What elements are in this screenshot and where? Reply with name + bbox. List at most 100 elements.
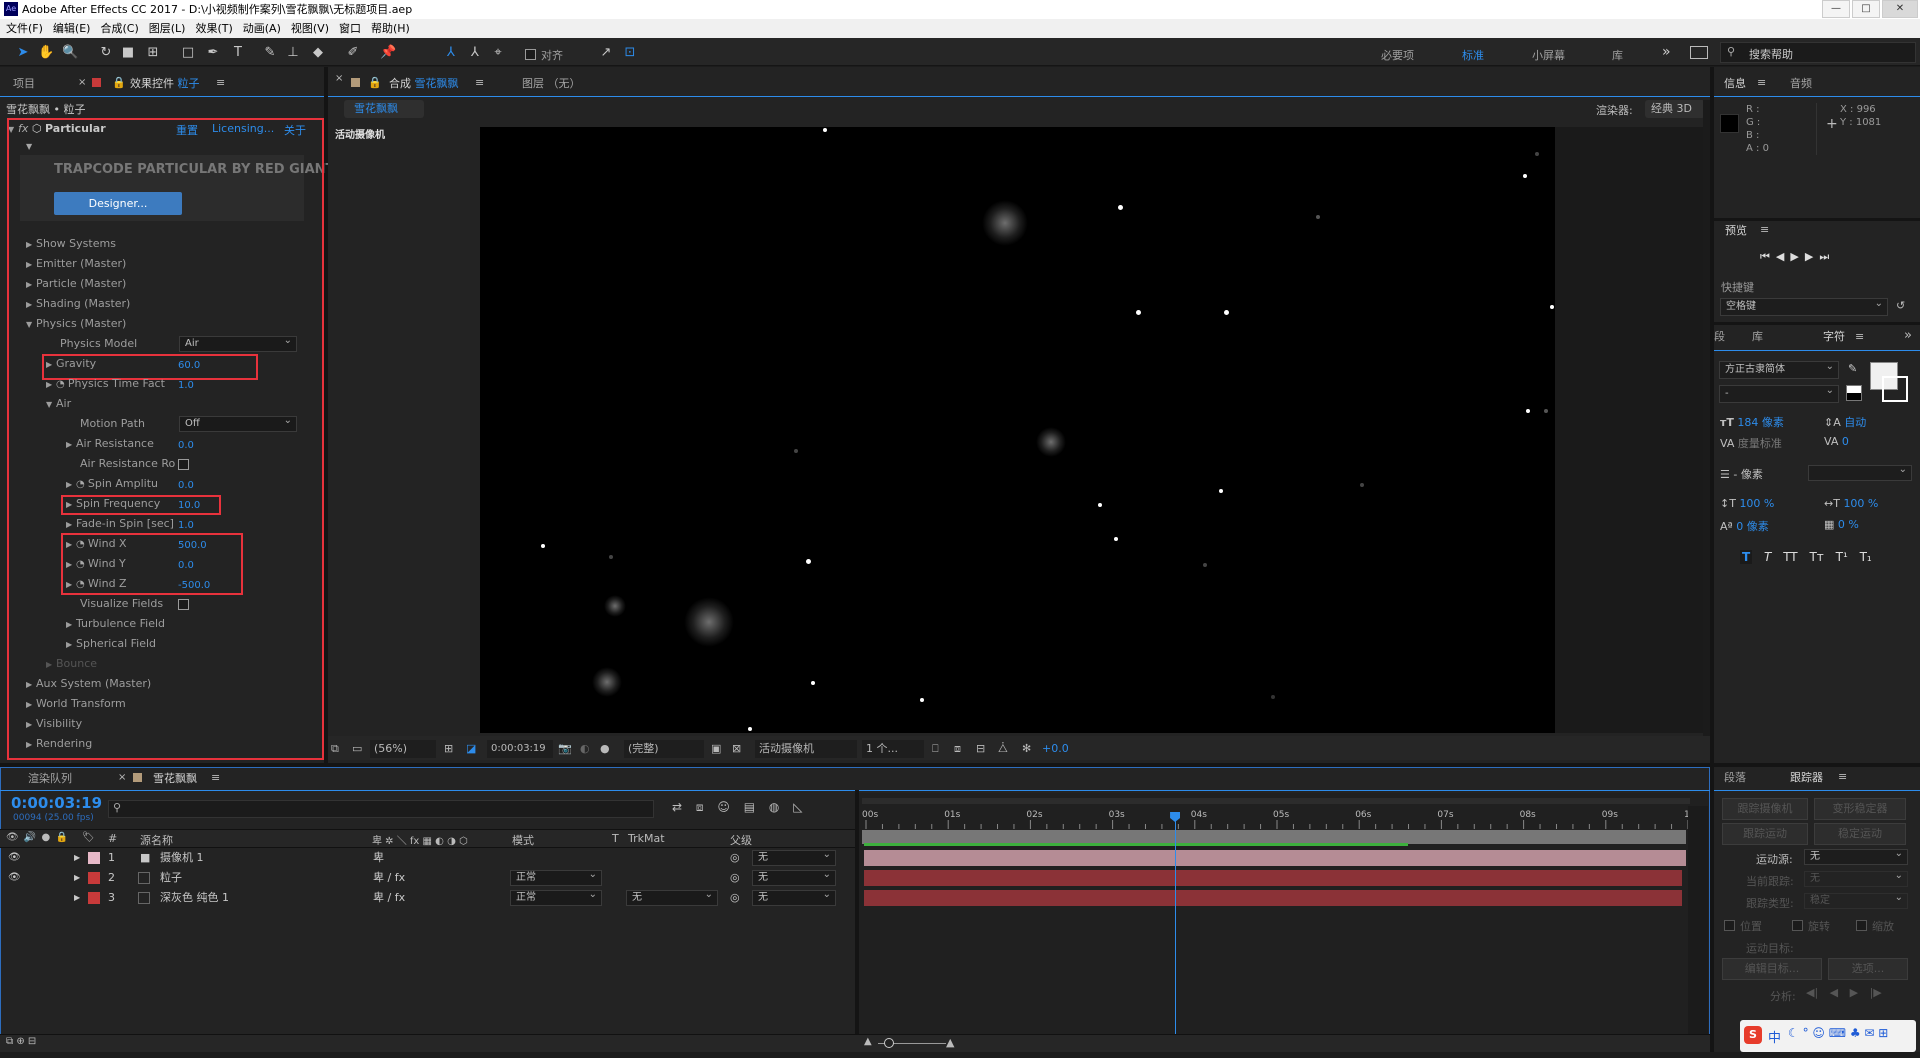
layer-bar-camera[interactable] [864,850,1686,866]
menu-file[interactable]: 文件(F) [6,22,43,35]
graph-editor-icon[interactable]: ◺ [793,800,802,814]
expand-layer-icon[interactable]: ▶ [74,848,80,868]
tsume-value[interactable]: 0 % [1838,518,1859,531]
rotation-checkbox[interactable] [1792,920,1803,931]
options-button[interactable]: 选项... [1828,958,1908,980]
close-tab-icon[interactable]: × [118,772,126,783]
show-snapshot-icon[interactable]: ◐ [580,742,590,755]
motion-blur-icon[interactable]: ◍ [769,800,779,814]
track-type-dropdown[interactable]: 稳定 [1804,891,1908,909]
always-preview-icon[interactable]: ⧉ [331,742,339,756]
lock-column-icon[interactable]: 🔒 [55,832,67,843]
warp-stabilizer-button[interactable]: 变形稳定器 [1814,798,1906,820]
monitor-icon[interactable]: ▭ [352,742,362,755]
horizontal-scale-value[interactable]: 100 % [1843,497,1878,510]
vertical-scale-value[interactable]: 100 % [1739,497,1774,510]
layer-label-color[interactable] [88,852,100,864]
shy-switch-icon[interactable]: 卑 [373,848,384,868]
panel-menu-icon[interactable]: ≡ [475,76,484,89]
close-tab-icon[interactable]: × [78,77,86,88]
time-navigator[interactable] [862,798,1690,804]
mode-column[interactable]: 模式 [512,832,534,848]
footer-toggles-icons[interactable]: ⧉ ⊕ ⊟ [6,1036,36,1047]
timeline-scrollbar[interactable] [1688,806,1708,1036]
workspace-small-screen[interactable]: 小屏幕 [1532,47,1565,63]
world-axis-icon[interactable]: ⅄ [467,45,483,61]
tab-library[interactable]: 库 [1752,326,1763,348]
panel-menu-icon[interactable]: ≡ [1838,770,1847,783]
expand-layer-icon[interactable]: ▶ [74,868,80,888]
zoom-out-icon[interactable]: ▲ [864,1036,872,1047]
time-ruler[interactable]: 00s01s02s03s04s05s06s07s08s09s10s [862,806,1692,830]
workspace-standard[interactable]: 标准 [1462,47,1484,63]
analyze-controls[interactable]: ◀| ◀ ▶ |▶ [1806,986,1882,999]
eraser-tool-icon[interactable]: ◆ [310,45,326,61]
tsume-row[interactable]: ▦ 0 % [1824,518,1859,531]
view-axis-icon[interactable]: ⌖ [490,45,506,61]
prev-frame-icon[interactable]: ◀ [1776,250,1790,263]
workspace-essentials[interactable]: 必要项 [1381,47,1414,63]
tab-effect-controls[interactable]: 效果控件 粒子 [130,73,200,95]
selection-tool-icon[interactable]: ➤ [15,45,31,61]
stroke-color-swatch[interactable] [1882,376,1908,402]
layer-name[interactable]: 摄像机 1 [160,848,204,868]
pen-tool-icon[interactable]: ✒ [205,45,221,61]
menu-view[interactable]: 视图(V) [291,22,329,35]
layer-name[interactable]: 深灰色 纯色 1 [160,888,229,908]
timeline-icon[interactable]: ⊟ [976,742,985,755]
layer-bar-particle[interactable] [864,870,1682,886]
small-caps-button[interactable]: Tт [1809,550,1823,564]
toggle-pixel-aspect-icon[interactable]: ⎕ [932,742,939,756]
first-frame-icon[interactable]: ⏮ [1760,250,1776,263]
layer-search-input[interactable]: ⚲ [108,800,654,818]
tab-paragraph[interactable]: 段落 [1724,767,1746,789]
workspace-libraries[interactable]: 库 [1612,47,1623,63]
toggle-transparency-icon[interactable]: ⊠ [732,742,741,755]
faux-bold-button[interactable]: T [1740,550,1753,564]
panel-menu-icon[interactable]: ≡ [1855,330,1864,343]
current-time-field[interactable]: 0:00:03:19 [487,740,553,758]
font-family-dropdown[interactable]: 方正古隶简体 [1719,359,1839,379]
shy-switch-icon[interactable]: 卑 ∕ fx [373,868,405,888]
tab-composition[interactable]: 合成 雪花飘飘 [389,73,459,95]
tracking-value[interactable]: 0 [1842,435,1849,448]
stabilize-motion-button[interactable]: 稳定运动 [1814,823,1906,845]
font-size-row[interactable]: ᴛT 184 像素 [1720,414,1784,430]
layer-bar-solid[interactable] [864,890,1682,906]
close-tab-icon[interactable]: × [335,73,343,84]
stroke-width-row[interactable]: ☰ - 像素 [1720,466,1763,482]
maximize-button[interactable]: □ [1852,0,1880,18]
visibility-eye-icon[interactable]: 👁 [8,868,21,888]
faux-italic-button[interactable]: T [1764,550,1771,564]
font-style-dropdown[interactable]: - [1719,383,1839,403]
frame-blending-icon[interactable]: ▤ [744,800,755,814]
loop-icon[interactable]: ↺ [1896,299,1905,312]
solo-icon[interactable]: ● [42,832,51,843]
all-caps-button[interactable]: TT [1783,550,1797,564]
shy-switch-icon[interactable]: 卑 ∕ fx [373,888,405,908]
camera-view-dropdown[interactable]: 活动摄像机 [755,740,857,758]
subscript-button[interactable]: T₁ [1860,550,1872,564]
playhead[interactable] [1175,812,1177,1036]
work-area-bar[interactable] [862,830,1686,844]
zoom-tool-icon[interactable]: 🔍 [62,45,78,61]
puppet-tool-icon[interactable]: 📌 [380,45,396,61]
menu-help[interactable]: 帮助(H) [371,22,410,35]
layer-label-color[interactable] [88,872,100,884]
layer-row[interactable]: 👁 ▶ 2 粒子 卑 ∕ fx 正常 ◎ 无 [0,868,858,888]
flowchart-icon[interactable]: ⧊ [998,742,1008,756]
vertical-scale-row[interactable]: ↕T 100 % [1720,497,1774,510]
menu-animation[interactable]: 动画(A) [243,22,281,35]
blend-mode-dropdown[interactable]: 正常 [510,868,602,886]
leading-row[interactable]: ⇕A 自动 [1824,414,1866,430]
expand-layer-icon[interactable]: ▶ [74,888,80,908]
panel-menu-icon[interactable]: ≡ [211,771,220,784]
track-motion-button[interactable]: 跟踪运动 [1722,823,1808,845]
roto-brush-tool-icon[interactable]: ✐ [345,45,361,61]
workspace-settings-icon[interactable] [1690,46,1708,59]
next-frame-icon[interactable]: ▶ [1805,250,1819,263]
comp-nav-tab[interactable]: 雪花飘飘 [344,100,424,118]
close-button[interactable]: ✕ [1882,0,1918,18]
hand-tool-icon[interactable]: ✋ [38,45,54,61]
exposure-value[interactable]: +0.0 [1042,742,1069,755]
